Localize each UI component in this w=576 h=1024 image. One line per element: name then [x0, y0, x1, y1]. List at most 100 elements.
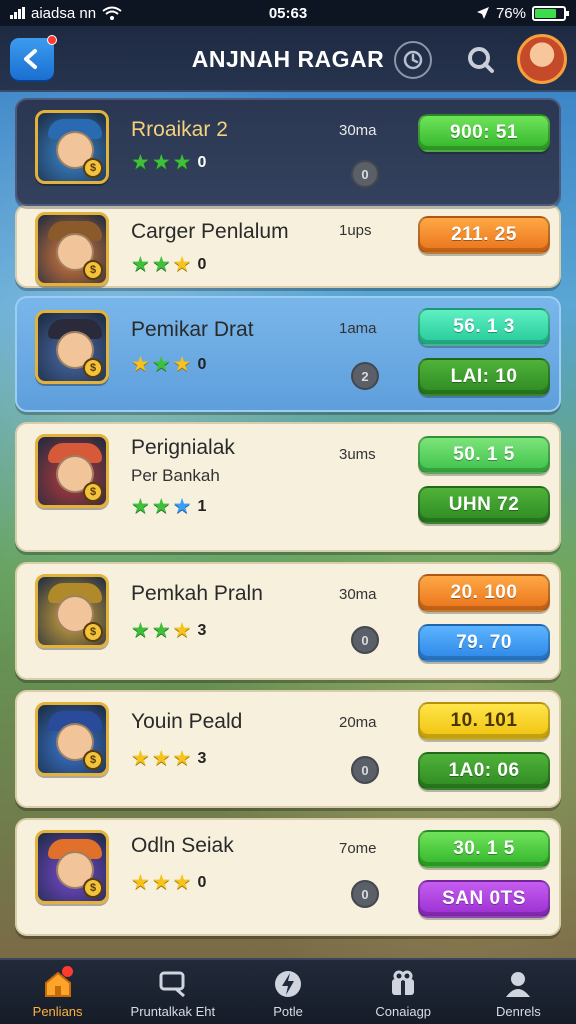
chat-bubble-icon[interactable]: 0 [351, 880, 379, 908]
player-row[interactable]: $ Pemkah Praln ★ ★ ★ 3 30ma 0 20. 100 79. 70 [15, 562, 561, 680]
star-icon: ★ [131, 619, 150, 642]
star-rating: ★ ★ ★ 0 [131, 254, 206, 275]
nav-item-user[interactable]: Denrels [461, 960, 576, 1024]
app-header: ANJNAH RAGAR [0, 26, 576, 92]
chat-bubble-icon[interactable]: 2 [351, 362, 379, 390]
star-icon: ★ [151, 353, 171, 376]
coin-badge-icon: $ [83, 482, 103, 502]
time-label: 7ome [339, 840, 377, 857]
search-button[interactable] [462, 41, 500, 79]
search-icon [468, 47, 494, 73]
player-name: Youin Peald [131, 710, 243, 733]
gift-icon [387, 968, 419, 1000]
user-icon [502, 968, 534, 1000]
nav-label: Conaiagp [375, 1004, 432, 1019]
star-icon: ★ [172, 619, 192, 642]
player-row[interactable]: $ Pemikar Drat ★ ★ ★ 0 1ama 2 56. 1 3 LAI: 10 [15, 296, 561, 412]
star-rating: ★ ★ ★ 0 [131, 354, 206, 375]
chat-bubble-icon[interactable]: 0 [351, 756, 379, 784]
star-icon: ★ [131, 253, 150, 276]
player-row[interactable]: $ Youin Peald ★ ★ ★ 3 20ma 0 10. 101 1A0: 06 [15, 690, 561, 808]
score-button-primary[interactable]: 30. 1 5 [418, 830, 550, 868]
score-button-primary[interactable]: 10. 101 [418, 702, 550, 740]
profile-avatar[interactable] [517, 34, 567, 84]
star-icon: ★ [131, 871, 150, 894]
battery-icon [532, 5, 569, 21]
player-avatar[interactable]: $ [35, 830, 109, 904]
lightning-icon [272, 968, 304, 1000]
score-button-primary[interactable]: 56. 1 3 [418, 308, 550, 346]
nav-label: Potle [273, 1004, 303, 1019]
player-avatar[interactable]: $ [35, 574, 109, 648]
wifi-icon [102, 6, 122, 20]
notification-dot [47, 35, 57, 45]
coin-badge-icon: $ [83, 358, 103, 378]
carrier-label: aiadsa nn [31, 4, 97, 22]
star-count: 0 [197, 873, 207, 891]
score-button-secondary[interactable]: SAN 0TS [418, 880, 550, 918]
star-icon: ★ [151, 151, 171, 174]
star-count: 3 [197, 621, 207, 639]
score-button-secondary[interactable]: 1A0: 06 [418, 752, 550, 790]
time-label: 30ma [339, 586, 377, 603]
star-count: 0 [197, 255, 207, 273]
nav-label: Pruntalkak Eht [130, 1004, 216, 1019]
star-icon: ★ [151, 619, 171, 642]
star-icon: ★ [172, 747, 192, 770]
star-rating: ★ ★ ★ 0 [131, 872, 206, 893]
star-count: 0 [197, 153, 207, 171]
star-icon: ★ [151, 495, 171, 518]
time-label: 1ups [339, 222, 372, 239]
player-avatar[interactable]: $ [35, 212, 109, 286]
player-row[interactable]: $ Perignialak Per Bankah ★ ★ ★ 1 3ums 50. 1 5 UHN… [15, 422, 561, 552]
player-row[interactable]: $ Carger Penlalum ★ ★ ★ 0 1ups 211. 25 [15, 204, 561, 288]
score-button-secondary[interactable]: UHN 72 [418, 486, 550, 524]
star-icon: ★ [151, 871, 171, 894]
player-avatar[interactable]: $ [35, 110, 109, 184]
chat-bubble-icon[interactable]: 0 [351, 626, 379, 654]
player-avatar[interactable]: $ [35, 310, 109, 384]
coin-badge-icon: $ [83, 878, 103, 898]
battery-percent: 76% [495, 4, 526, 22]
clock-icon [403, 50, 423, 70]
time-label: 20ma [339, 714, 377, 731]
player-name: Odln Seiak [131, 834, 234, 857]
nav-item-chat[interactable]: Pruntalkak Eht [115, 960, 230, 1024]
star-icon: ★ [131, 151, 150, 174]
star-icon: ★ [131, 353, 150, 376]
star-icon: ★ [172, 495, 192, 518]
coin-badge-icon: $ [83, 750, 103, 770]
player-name: Perignialak [131, 436, 235, 459]
player-row[interactable]: $ Odln Seiak ★ ★ ★ 0 7ome 0 30. 1 5 SAN 0TS [15, 818, 561, 936]
player-name: Pemkah Praln [131, 582, 263, 605]
player-avatar[interactable]: $ [35, 702, 109, 776]
star-count: 1 [197, 497, 207, 515]
score-button-primary[interactable]: 211. 25 [418, 216, 550, 254]
star-icon: ★ [151, 253, 171, 276]
notification-dot [62, 966, 73, 977]
star-rating: ★ ★ ★ 3 [131, 748, 206, 769]
time-label: 1ama [339, 320, 377, 337]
player-row[interactable]: $ Rroaikar 2 ★ ★ ★ 0 30ma 0 900: 51 [15, 98, 561, 206]
score-button-primary[interactable]: 50. 1 5 [418, 436, 550, 474]
star-icon: ★ [172, 151, 192, 174]
score-button-secondary[interactable]: 79. 70 [418, 624, 550, 662]
star-icon: ★ [151, 747, 171, 770]
coin-badge-icon: $ [83, 622, 103, 642]
score-button-primary[interactable]: 20. 100 [418, 574, 550, 612]
nav-item-gift[interactable]: Conaiagp [346, 960, 461, 1024]
signal-icon [10, 7, 25, 19]
player-name: Carger Penlalum [131, 220, 289, 243]
nav-item-home[interactable]: Penlians [0, 960, 115, 1024]
star-icon: ★ [172, 353, 192, 376]
chat-bubble-icon[interactable]: 0 [351, 160, 379, 188]
player-avatar[interactable]: $ [35, 434, 109, 508]
score-button-secondary[interactable]: LAI: 10 [418, 358, 550, 396]
clock-button[interactable] [394, 41, 432, 79]
star-rating: ★ ★ ★ 0 [131, 152, 206, 173]
star-count: 3 [197, 749, 207, 767]
score-button-primary[interactable]: 900: 51 [418, 114, 550, 152]
status-bar: aiadsa nn 05:63 76% [0, 0, 576, 26]
star-count: 0 [197, 355, 207, 373]
nav-item-lightning[interactable]: Potle [230, 960, 345, 1024]
